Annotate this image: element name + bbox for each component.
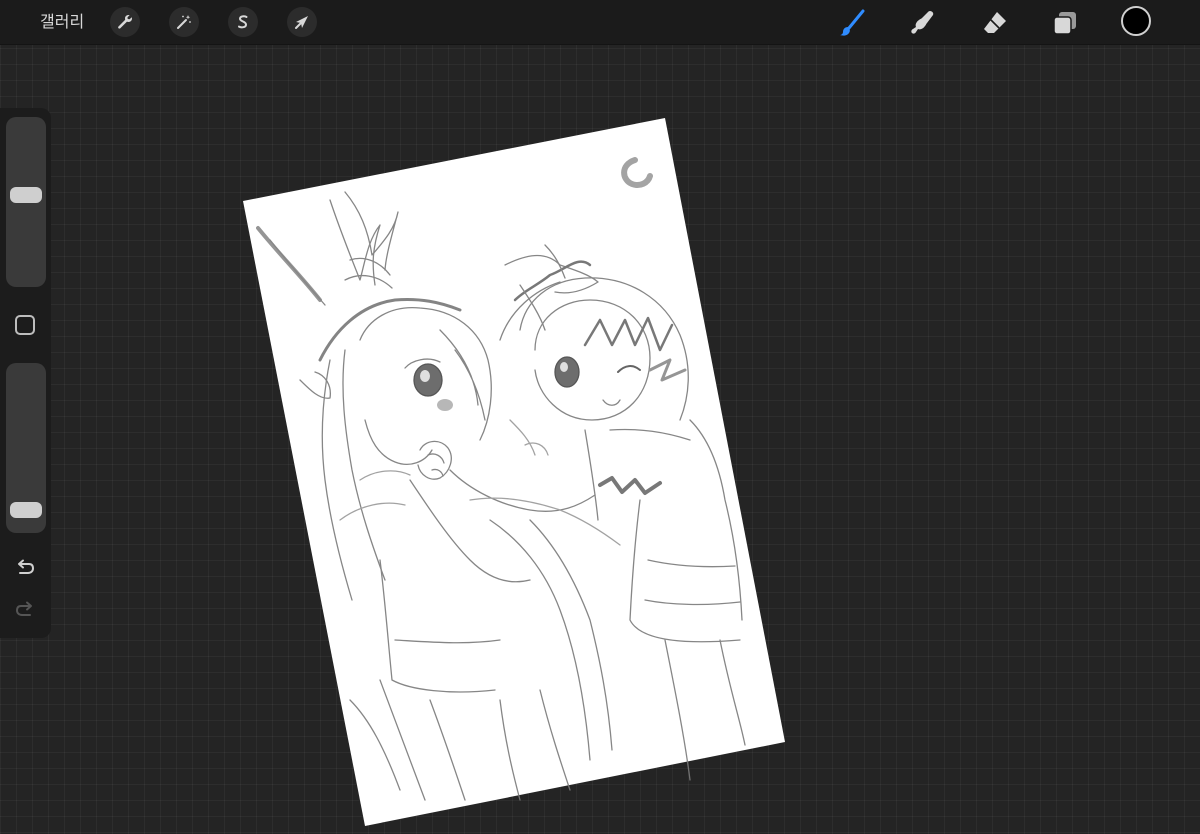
magic-wand-icon	[177, 15, 191, 29]
wrench-icon	[118, 15, 132, 29]
selection-s-icon	[238, 15, 248, 29]
brush-icon	[840, 9, 865, 36]
brush-tool-button[interactable]	[836, 7, 868, 39]
eraser-icon	[984, 12, 1006, 33]
gallery-button[interactable]: 갤러리	[40, 11, 84, 33]
adjustments-button[interactable]	[169, 7, 199, 37]
left-sidebar	[0, 108, 51, 638]
modify-square-button[interactable]	[15, 315, 35, 335]
undo-button[interactable]	[13, 556, 37, 580]
selection-button[interactable]	[228, 7, 258, 37]
redo-icon	[15, 601, 32, 616]
arrow-cursor-icon	[295, 16, 308, 29]
top-toolbar: 갤러리	[0, 0, 1200, 45]
actions-button[interactable]	[110, 7, 140, 37]
smudge-tool-button[interactable]	[907, 7, 939, 39]
opacity-thumb[interactable]	[10, 502, 42, 519]
smudge-finger-icon	[911, 11, 934, 34]
brush-size-slider[interactable]	[6, 117, 46, 287]
layers-button[interactable]	[1049, 7, 1081, 39]
brush-size-thumb[interactable]	[10, 187, 42, 204]
eraser-tool-button[interactable]	[979, 7, 1011, 39]
layers-icon	[1053, 12, 1076, 35]
redo-button[interactable]	[13, 598, 37, 622]
drawing-canvas[interactable]	[0, 0, 1200, 834]
undo-icon	[18, 559, 35, 574]
opacity-slider[interactable]	[6, 363, 46, 533]
color-swatch-button[interactable]	[1121, 6, 1151, 36]
transform-button[interactable]	[287, 7, 317, 37]
